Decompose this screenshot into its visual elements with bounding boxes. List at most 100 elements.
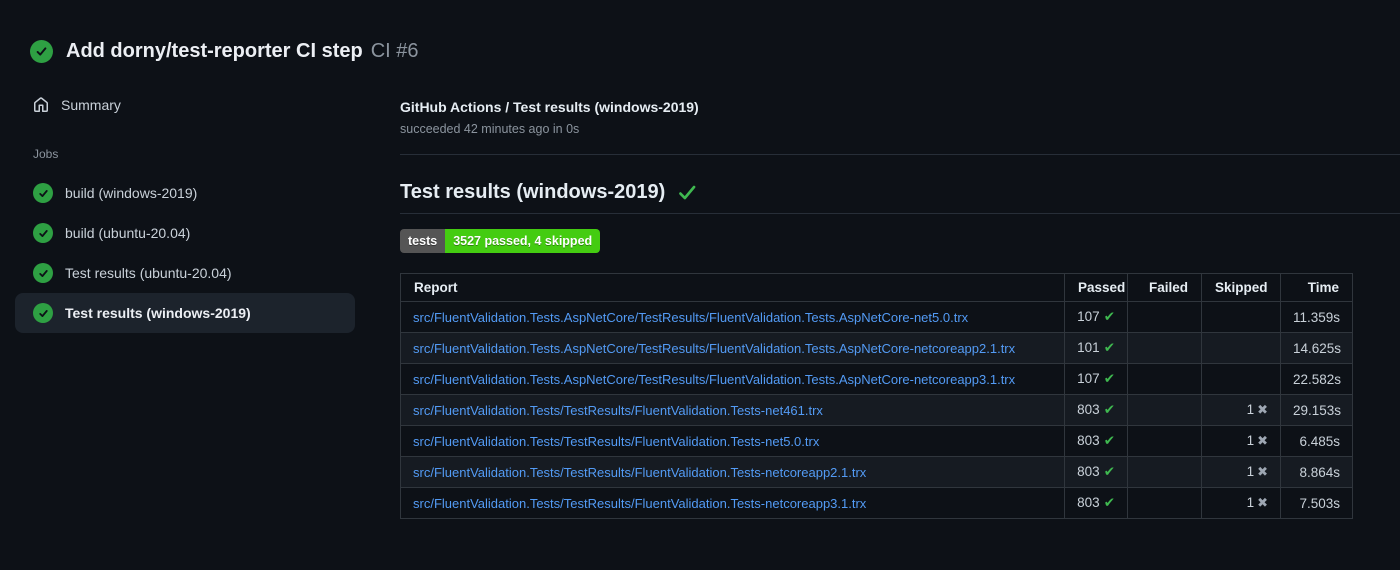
report-cell: src/FluentValidation.Tests/TestResults/F… [400,425,1065,457]
passed-check-icon: ✔ [1103,495,1115,510]
column-header-passed: Passed [1064,273,1128,302]
column-header-report: Report [400,273,1065,302]
jobs-heading: Jobs [33,147,59,161]
passed-cell: 803 ✔ [1064,394,1128,426]
table-row: src/FluentValidation.Tests/TestResults/F… [400,487,1353,519]
table-row: src/FluentValidation.Tests.AspNetCore/Te… [400,363,1353,395]
time-cell: 14.625s [1280,332,1353,364]
report-cell: src/FluentValidation.Tests/TestResults/F… [400,456,1065,488]
run-success-check-icon [30,40,53,63]
skipped-cross-icon: ✖ [1257,495,1268,510]
table-row: src/FluentValidation.Tests/TestResults/F… [400,425,1353,457]
passed-cell: 803 ✔ [1064,456,1128,488]
job-success-check-icon [33,223,53,243]
skipped-cell: 1 ✖ [1201,487,1281,519]
passed-check-icon: ✔ [1103,464,1115,479]
time-cell: 8.864s [1280,456,1353,488]
skipped-cell [1201,332,1281,364]
job-success-check-icon [33,183,53,203]
jobs-list: build (windows-2019) build (ubuntu-20.04… [15,173,355,333]
section-success-check-icon [677,182,698,203]
job-success-check-icon [33,263,53,283]
tests-badge-label: tests [400,229,446,253]
job-label: Test results (ubuntu-20.04) [65,265,232,281]
section-title: Test results (windows-2019) [400,181,666,203]
report-cell: src/FluentValidation.Tests.AspNetCore/Te… [400,332,1065,364]
passed-cell: 803 ✔ [1064,487,1128,519]
skipped-cross-icon: ✖ [1257,402,1268,417]
skipped-cell [1201,301,1281,333]
passed-check-icon: ✔ [1103,402,1115,417]
failed-cell [1127,301,1202,333]
time-cell: 29.153s [1280,394,1353,426]
failed-cell [1127,487,1202,519]
passed-cell: 803 ✔ [1064,425,1128,457]
report-file-link[interactable]: src/FluentValidation.Tests.AspNetCore/Te… [413,341,1015,356]
sidebar-item-job[interactable]: build (windows-2019) [15,173,355,213]
failed-cell [1127,332,1202,364]
passed-check-icon: ✔ [1103,371,1115,386]
table-body: src/FluentValidation.Tests.AspNetCore/Te… [400,301,1353,519]
skipped-cell: 1 ✖ [1201,425,1281,457]
table-row: src/FluentValidation.Tests.AspNetCore/Te… [400,332,1353,364]
skipped-cell: 1 ✖ [1201,456,1281,488]
skipped-cross-icon: ✖ [1257,433,1268,448]
job-label: Test results (windows-2019) [65,305,251,321]
section-header: Test results (windows-2019) [400,178,1400,214]
main-panel: GitHub Actions / Test results (windows-2… [390,75,1400,519]
sidebar-item-summary[interactable]: Summary [15,85,355,125]
summary-label: Summary [61,97,121,113]
column-header-time: Time [1280,273,1353,302]
failed-cell [1127,456,1202,488]
passed-check-icon: ✔ [1103,309,1115,324]
time-cell: 7.503s [1280,487,1353,519]
run-header: Add dorny/test-reporter CI step CI #6 [0,0,1400,75]
table-header-row: Report Passed Failed Skipped Time [400,273,1353,302]
report-cell: src/FluentValidation.Tests/TestResults/F… [400,487,1065,519]
report-file-link[interactable]: src/FluentValidation.Tests/TestResults/F… [413,403,823,418]
job-success-check-icon [33,303,53,323]
passed-cell: 107 ✔ [1064,363,1128,395]
sidebar-item-job[interactable]: build (ubuntu-20.04) [15,213,355,253]
report-cell: src/FluentValidation.Tests/TestResults/F… [400,394,1065,426]
report-file-link[interactable]: src/FluentValidation.Tests.AspNetCore/Te… [413,310,968,325]
passed-cell: 107 ✔ [1064,301,1128,333]
time-cell: 22.582s [1280,363,1353,395]
divider [400,154,1400,155]
sidebar-item-job[interactable]: Test results (windows-2019) [15,293,355,333]
tests-badge-value: 3527 passed, 4 skipped [445,229,601,253]
table-row: src/FluentValidation.Tests/TestResults/F… [400,394,1353,426]
passed-cell: 101 ✔ [1064,332,1128,364]
column-header-failed: Failed [1127,273,1202,302]
report-cell: src/FluentValidation.Tests.AspNetCore/Te… [400,363,1065,395]
passed-check-icon: ✔ [1103,340,1115,355]
job-label: build (ubuntu-20.04) [65,225,191,241]
failed-cell [1127,425,1202,457]
failed-cell [1127,394,1202,426]
check-run-title: GitHub Actions / Test results (windows-2… [400,99,699,115]
report-file-link[interactable]: src/FluentValidation.Tests/TestResults/F… [413,496,866,511]
column-header-skipped: Skipped [1201,273,1281,302]
job-label: build (windows-2019) [65,185,198,201]
home-icon [34,97,48,112]
table-row: src/FluentValidation.Tests/TestResults/F… [400,456,1353,488]
sidebar: Summary Jobs build (windows-2019) build … [0,75,390,333]
check-run-status: succeeded 42 minutes ago in 0s [400,122,580,136]
run-number: CI #6 [370,40,419,62]
skipped-cross-icon: ✖ [1257,464,1268,479]
report-file-link[interactable]: src/FluentValidation.Tests.AspNetCore/Te… [413,372,1015,387]
skipped-cell: 1 ✖ [1201,394,1281,426]
sidebar-item-job[interactable]: Test results (ubuntu-20.04) [15,253,355,293]
passed-check-icon: ✔ [1103,433,1115,448]
time-cell: 6.485s [1280,425,1353,457]
time-cell: 11.359s [1280,301,1353,333]
test-results-table: Report Passed Failed Skipped Time src/Fluent… [400,273,1353,519]
tests-badge: tests 3527 passed, 4 skipped [400,229,601,253]
report-file-link[interactable]: src/FluentValidation.Tests/TestResults/F… [413,465,866,480]
report-file-link[interactable]: src/FluentValidation.Tests/TestResults/F… [413,434,819,449]
skipped-cell [1201,363,1281,395]
failed-cell [1127,363,1202,395]
table-row: src/FluentValidation.Tests.AspNetCore/Te… [400,301,1353,333]
run-title: Add dorny/test-reporter CI step [66,40,363,62]
report-cell: src/FluentValidation.Tests.AspNetCore/Te… [400,301,1065,333]
